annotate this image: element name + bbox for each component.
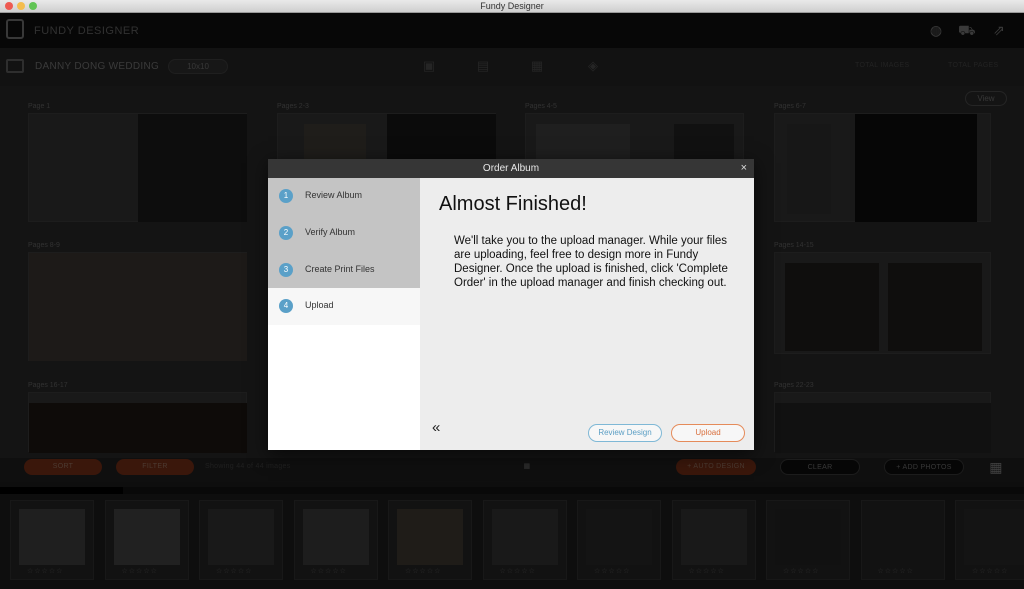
step-review-album[interactable]: 1 Review Album bbox=[268, 178, 420, 215]
dialog-title: Order Album bbox=[482, 163, 540, 174]
step-label: Review Album bbox=[305, 190, 363, 200]
dialog-header: Order Album × bbox=[268, 159, 754, 178]
step-list: 1 Review Album 2 Verify Album 3 Create P… bbox=[268, 178, 420, 450]
dialog-heading: Almost Finished! bbox=[439, 193, 587, 215]
step-number: 4 bbox=[279, 299, 293, 313]
upload-button[interactable]: Upload bbox=[671, 424, 745, 442]
step-label: Verify Album bbox=[305, 227, 356, 237]
back-chevron-icon[interactable]: « bbox=[432, 420, 440, 435]
step-number: 1 bbox=[279, 189, 293, 203]
close-icon[interactable]: × bbox=[741, 159, 747, 178]
window-titlebar: Fundy Designer bbox=[0, 0, 1024, 13]
step-number: 3 bbox=[279, 263, 293, 277]
step-verify-album[interactable]: 2 Verify Album bbox=[268, 215, 420, 252]
dialog-content: Almost Finished! We'll take you to the u… bbox=[420, 178, 754, 450]
step-create-print-files[interactable]: 3 Create Print Files bbox=[268, 252, 420, 289]
dialog-message: We'll take you to the upload manager. Wh… bbox=[454, 235, 728, 289]
step-upload[interactable]: 4 Upload bbox=[268, 288, 420, 325]
order-album-dialog: Order Album × 1 Review Album 2 Verify Al… bbox=[268, 159, 754, 450]
step-label: Create Print Files bbox=[305, 264, 375, 274]
step-label: Upload bbox=[305, 300, 334, 310]
review-design-button[interactable]: Review Design bbox=[588, 424, 662, 442]
window-title: Fundy Designer bbox=[480, 1, 544, 11]
step-number: 2 bbox=[279, 226, 293, 240]
